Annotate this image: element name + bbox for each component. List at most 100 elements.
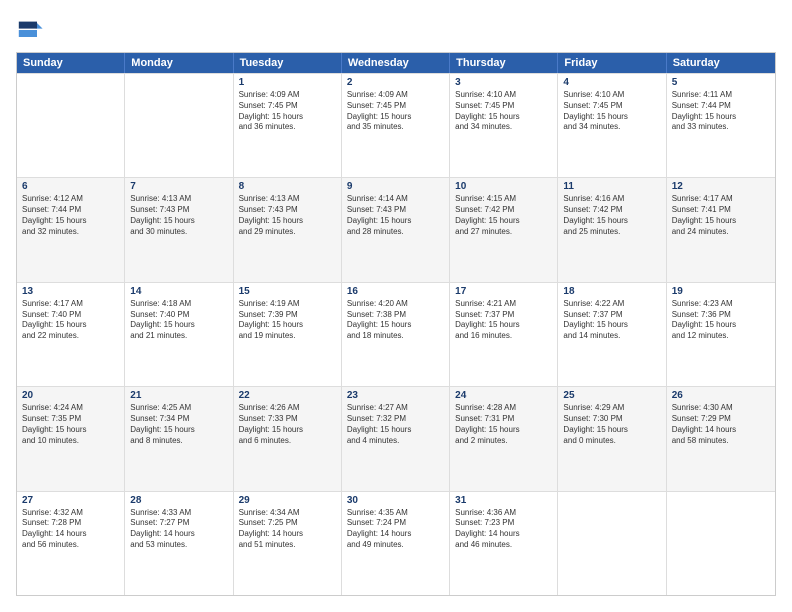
calendar-row: 6 Sunrise: 4:12 AM Sunset: 7:44 PM Daylig… [17,177,775,281]
header-cell-monday: Monday [125,53,233,73]
day-cell-24: 24Sunrise: 4:28 AM Sunset: 7:31 PM Dayli… [450,387,558,490]
empty-cell [17,74,125,177]
day-number: 16 [347,286,444,297]
day-info: Sunrise: 4:10 AM Sunset: 7:45 PM Dayligh… [455,90,552,133]
day-info: Sunrise: 4:23 AM Sunset: 7:36 PM Dayligh… [672,299,770,342]
day-info: Sunrise: 4:21 AM Sunset: 7:37 PM Dayligh… [455,299,552,342]
logo [16,16,48,44]
page: SundayMondayTuesdayWednesdayThursdayFrid… [0,0,792,612]
day-info: Sunrise: 4:22 AM Sunset: 7:37 PM Dayligh… [563,299,660,342]
day-info: Sunrise: 4:19 AM Sunset: 7:39 PM Dayligh… [239,299,336,342]
day-info: Sunrise: 4:16 AM Sunset: 7:42 PM Dayligh… [563,194,660,237]
day-info: Sunrise: 4:24 AM Sunset: 7:35 PM Dayligh… [22,403,119,446]
day-cell-13: 13 Sunrise: 4:17 AM Sunset: 7:40 PM Dayli… [17,283,125,386]
header-cell-thursday: Thursday [450,53,558,73]
day-info: Sunrise: 4:20 AM Sunset: 7:38 PM Dayligh… [347,299,444,342]
day-cell-22: 22 Sunrise: 4:26 AM Sunset: 7:33 PM Dayli… [234,387,342,490]
calendar-body: 1 Sunrise: 4:09 AM Sunset: 7:45 PM Daylig… [17,73,775,595]
day-info: Sunrise: 4:13 AM Sunset: 7:43 PM Dayligh… [130,194,227,237]
day-cell-18: 18 Sunrise: 4:22 AM Sunset: 7:37 PM Dayli… [558,283,666,386]
day-number: 18 [563,286,660,297]
day-cell-23: 23Sunrise: 4:27 AM Sunset: 7:32 PM Dayli… [342,387,450,490]
day-cell-28: 28 Sunrise: 4:33 AM Sunset: 7:27 PM Dayli… [125,492,233,595]
empty-cell [667,492,775,595]
day-cell-29: 29Sunrise: 4:34 AM Sunset: 7:25 PM Dayli… [234,492,342,595]
header-cell-tuesday: Tuesday [234,53,342,73]
day-number: 19 [672,286,770,297]
day-number: 1 [239,77,336,88]
day-cell-20: 20Sunrise: 4:24 AM Sunset: 7:35 PM Dayli… [17,387,125,490]
day-cell-31: 31 Sunrise: 4:36 AM Sunset: 7:23 PM Dayli… [450,492,558,595]
calendar-row: 13 Sunrise: 4:17 AM Sunset: 7:40 PM Dayli… [17,282,775,386]
header-cell-sunday: Sunday [17,53,125,73]
day-info: Sunrise: 4:35 AM Sunset: 7:24 PM Dayligh… [347,508,444,551]
empty-cell [558,492,666,595]
day-cell-27: 27 Sunrise: 4:32 AM Sunset: 7:28 PM Dayli… [17,492,125,595]
day-number: 5 [672,77,770,88]
day-cell-5: 5 Sunrise: 4:11 AM Sunset: 7:44 PM Daylig… [667,74,775,177]
day-number: 3 [455,77,552,88]
day-info: Sunrise: 4:33 AM Sunset: 7:27 PM Dayligh… [130,508,227,551]
day-info: Sunrise: 4:17 AM Sunset: 7:40 PM Dayligh… [22,299,119,342]
day-number: 7 [130,181,227,192]
day-number: 27 [22,495,119,506]
day-info: Sunrise: 4:36 AM Sunset: 7:23 PM Dayligh… [455,508,552,551]
day-cell-19: 19 Sunrise: 4:23 AM Sunset: 7:36 PM Dayli… [667,283,775,386]
day-info: Sunrise: 4:11 AM Sunset: 7:44 PM Dayligh… [672,90,770,133]
day-number: 4 [563,77,660,88]
day-cell-26: 26 Sunrise: 4:30 AM Sunset: 7:29 PM Dayli… [667,387,775,490]
day-cell-15: 15 Sunrise: 4:19 AM Sunset: 7:39 PM Dayli… [234,283,342,386]
day-number: 28 [130,495,227,506]
empty-cell [125,74,233,177]
day-cell-4: 4 Sunrise: 4:10 AM Sunset: 7:45 PM Daylig… [558,74,666,177]
day-info: Sunrise: 4:26 AM Sunset: 7:33 PM Dayligh… [239,403,336,446]
calendar-row: 20Sunrise: 4:24 AM Sunset: 7:35 PM Dayli… [17,386,775,490]
calendar-row: 27 Sunrise: 4:32 AM Sunset: 7:28 PM Dayli… [17,491,775,595]
day-cell-17: 17 Sunrise: 4:21 AM Sunset: 7:37 PM Dayli… [450,283,558,386]
day-number: 13 [22,286,119,297]
day-number: 15 [239,286,336,297]
day-cell-7: 7 Sunrise: 4:13 AM Sunset: 7:43 PM Daylig… [125,178,233,281]
day-number: 22 [239,390,336,401]
day-info: Sunrise: 4:09 AM Sunset: 7:45 PM Dayligh… [347,90,444,133]
calendar: SundayMondayTuesdayWednesdayThursdayFrid… [16,52,776,596]
day-number: 31 [455,495,552,506]
day-number: 25 [563,390,660,401]
day-cell-3: 3 Sunrise: 4:10 AM Sunset: 7:45 PM Daylig… [450,74,558,177]
day-number: 17 [455,286,552,297]
calendar-row: 1 Sunrise: 4:09 AM Sunset: 7:45 PM Daylig… [17,73,775,177]
day-number: 21 [130,390,227,401]
day-info: Sunrise: 4:29 AM Sunset: 7:30 PM Dayligh… [563,403,660,446]
day-number: 12 [672,181,770,192]
day-number: 26 [672,390,770,401]
day-cell-12: 12Sunrise: 4:17 AM Sunset: 7:41 PM Dayli… [667,178,775,281]
day-info: Sunrise: 4:30 AM Sunset: 7:29 PM Dayligh… [672,403,770,446]
logo-icon [16,16,44,44]
day-cell-1: 1 Sunrise: 4:09 AM Sunset: 7:45 PM Daylig… [234,74,342,177]
day-cell-25: 25 Sunrise: 4:29 AM Sunset: 7:30 PM Dayli… [558,387,666,490]
header-cell-saturday: Saturday [667,53,775,73]
day-number: 29 [239,495,336,506]
day-cell-10: 10 Sunrise: 4:15 AM Sunset: 7:42 PM Dayli… [450,178,558,281]
day-number: 8 [239,181,336,192]
day-cell-9: 9Sunrise: 4:14 AM Sunset: 7:43 PM Daylig… [342,178,450,281]
day-info: Sunrise: 4:25 AM Sunset: 7:34 PM Dayligh… [130,403,227,446]
day-cell-16: 16 Sunrise: 4:20 AM Sunset: 7:38 PM Dayli… [342,283,450,386]
day-cell-14: 14Sunrise: 4:18 AM Sunset: 7:40 PM Dayli… [125,283,233,386]
day-info: Sunrise: 4:09 AM Sunset: 7:45 PM Dayligh… [239,90,336,133]
calendar-header: SundayMondayTuesdayWednesdayThursdayFrid… [17,53,775,73]
day-cell-6: 6 Sunrise: 4:12 AM Sunset: 7:44 PM Daylig… [17,178,125,281]
day-cell-11: 11Sunrise: 4:16 AM Sunset: 7:42 PM Dayli… [558,178,666,281]
day-info: Sunrise: 4:32 AM Sunset: 7:28 PM Dayligh… [22,508,119,551]
day-info: Sunrise: 4:15 AM Sunset: 7:42 PM Dayligh… [455,194,552,237]
day-cell-21: 21 Sunrise: 4:25 AM Sunset: 7:34 PM Dayli… [125,387,233,490]
day-info: Sunrise: 4:14 AM Sunset: 7:43 PM Dayligh… [347,194,444,237]
day-info: Sunrise: 4:12 AM Sunset: 7:44 PM Dayligh… [22,194,119,237]
day-info: Sunrise: 4:10 AM Sunset: 7:45 PM Dayligh… [563,90,660,133]
day-number: 2 [347,77,444,88]
header-cell-wednesday: Wednesday [342,53,450,73]
day-number: 6 [22,181,119,192]
day-info: Sunrise: 4:28 AM Sunset: 7:31 PM Dayligh… [455,403,552,446]
day-number: 10 [455,181,552,192]
day-cell-2: 2 Sunrise: 4:09 AM Sunset: 7:45 PM Daylig… [342,74,450,177]
